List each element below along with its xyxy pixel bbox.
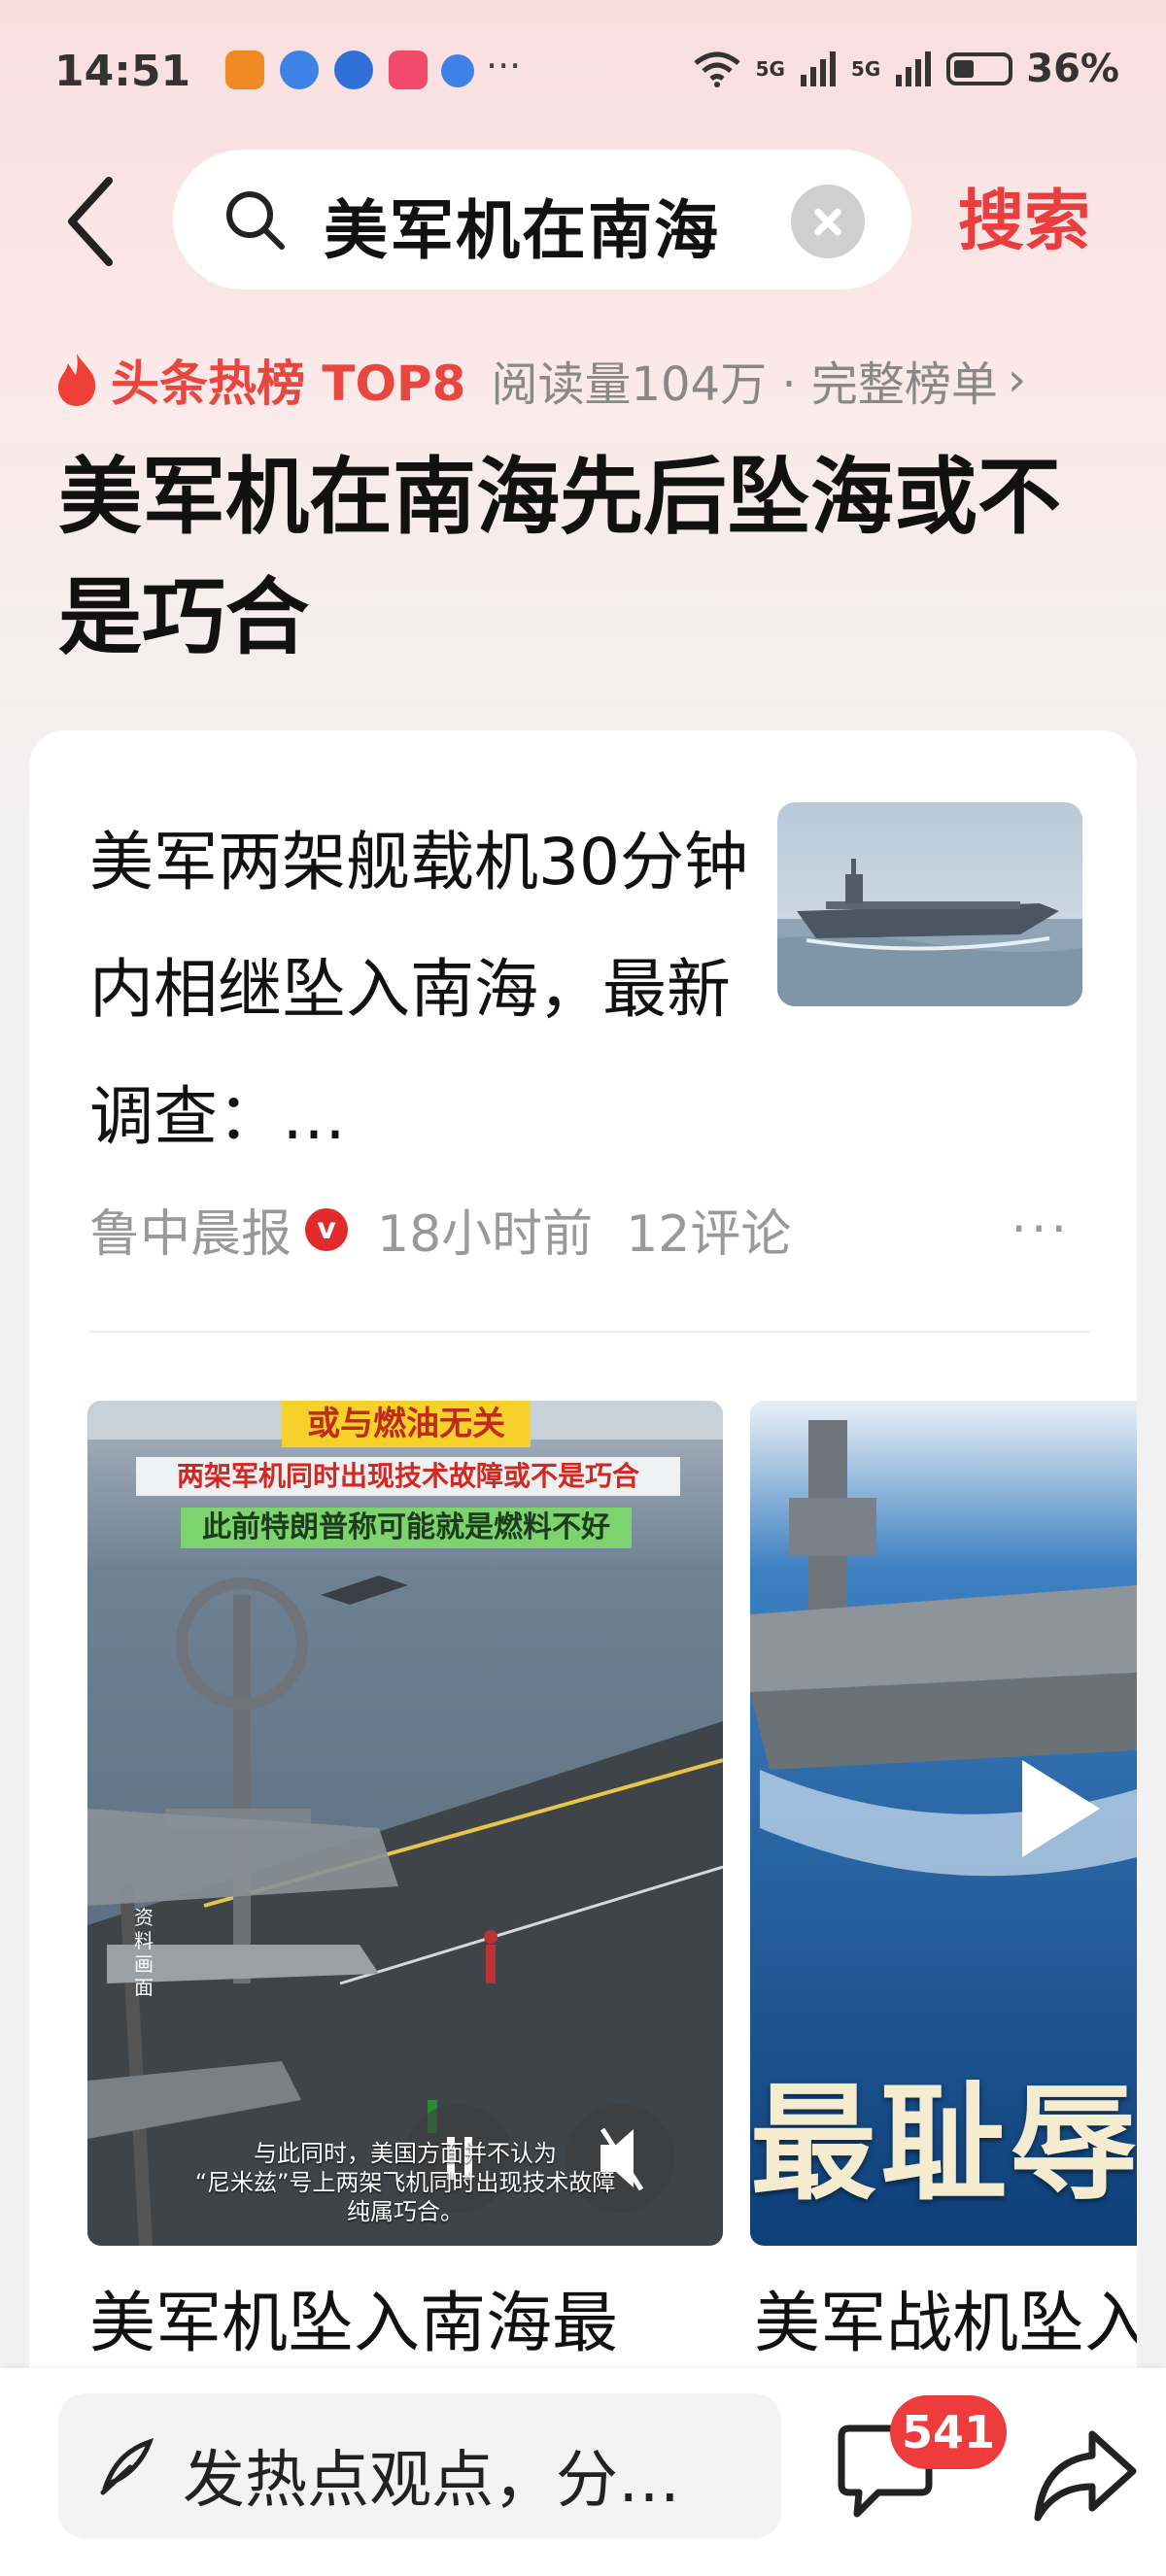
article-title[interactable]: 美军两架舰载机30分钟内相继坠入南海，最新调查：… (89, 798, 750, 1180)
divider (89, 1331, 1090, 1333)
video-title-2[interactable]: 美军战机坠入 (754, 2269, 1137, 2365)
hot-list-row[interactable]: 头条热榜 TOP8 阅读量104万 · 完整榜单 › (54, 346, 1026, 414)
video-card-1[interactable]: 或与燃油无关 两架军机同时出现技术故障或不是巧合 此前特朗普称可能就是燃料不好 … (87, 1401, 723, 2246)
system-indicators: 5G 5G 36% (692, 47, 1119, 91)
share-icon[interactable] (1032, 2426, 1139, 2524)
comment-input[interactable]: 发热点观点，分… (58, 2393, 781, 2539)
app-notification-icon (225, 51, 264, 89)
music-icon (389, 51, 428, 89)
hot-list-rank: 头条热榜 TOP8 (111, 356, 466, 412)
article-thumbnail[interactable] (777, 802, 1082, 1006)
network-type: 5G (850, 57, 881, 81)
flame-icon (58, 354, 96, 406)
status-time: 14:51 (54, 47, 191, 96)
video-side-label: 资料画面 (134, 1906, 154, 1999)
comment-count-badge: 541 (890, 2395, 1007, 2469)
search-button[interactable]: 搜索 (958, 167, 1090, 263)
back-arrow-icon[interactable] (62, 173, 120, 270)
battery-icon (946, 52, 1013, 85)
battery-level: 36% (1026, 47, 1119, 91)
video-caption-green: 此前特朗普称可能就是燃料不好 (181, 1508, 632, 1548)
aircraft-carrier-image (777, 802, 1082, 1006)
results-card: 美军两架舰载机30分钟内相继坠入南海，最新调查：… 鲁中晨报 v 18小时前 1… (29, 730, 1137, 2576)
article-meta: 鲁中晨报 v 18小时前 12评论 (89, 1193, 791, 1266)
video-caption-red: 两架军机同时出现技术故障或不是巧合 (136, 1457, 680, 1496)
video-overlay-text: 最耻辱 (750, 2070, 1137, 2218)
signal-icon (800, 51, 836, 86)
bottom-action-bar: 发热点观点，分… 541 (0, 2368, 1166, 2576)
app-notification-icon (334, 51, 373, 89)
video-title-1[interactable]: 美军机坠入南海最 (89, 2269, 731, 2365)
source-name[interactable]: 鲁中晨报 (89, 1193, 292, 1266)
pen-icon (100, 2437, 154, 2495)
signal-icon (896, 51, 932, 86)
more-notifications-icon: ··· (486, 45, 522, 87)
video-subtitle: 与此同时，美国方面并不认为 “尼米兹”号上两架飞机同时出现技术故障 纯属巧合。 (194, 2140, 616, 2225)
network-type: 5G (755, 57, 785, 81)
clear-search-icon[interactable] (791, 185, 865, 258)
wifi-icon (693, 51, 740, 87)
hot-list-meta[interactable]: 阅读量104万 · 完整榜单 (491, 346, 997, 414)
verified-badge-icon: v (305, 1207, 349, 1251)
video-card-2[interactable]: 最耻辱 (750, 1401, 1137, 2246)
comment-placeholder: 发热点观点，分… (183, 2445, 680, 2517)
search-icon (226, 191, 285, 250)
video-caption-top: 或与燃油无关 (282, 1401, 531, 1447)
publish-time: 18小时前 (377, 1205, 594, 1264)
status-bar: 14:51 ··· 5G 5G 36% (0, 0, 1166, 146)
chevron-right-icon[interactable]: › (1008, 353, 1026, 407)
page-title: 美军机在南海先后坠海或不是巧合 (58, 449, 1061, 666)
more-options-icon[interactable]: ··· (1011, 1201, 1071, 1259)
comment-count[interactable]: 12评论 (626, 1193, 791, 1266)
search-bar[interactable]: 美军机在南海 (173, 150, 911, 289)
app-notification-icon (280, 51, 319, 89)
search-input[interactable]: 美军机在南海 (324, 179, 720, 272)
app-notification-icon (441, 54, 474, 87)
